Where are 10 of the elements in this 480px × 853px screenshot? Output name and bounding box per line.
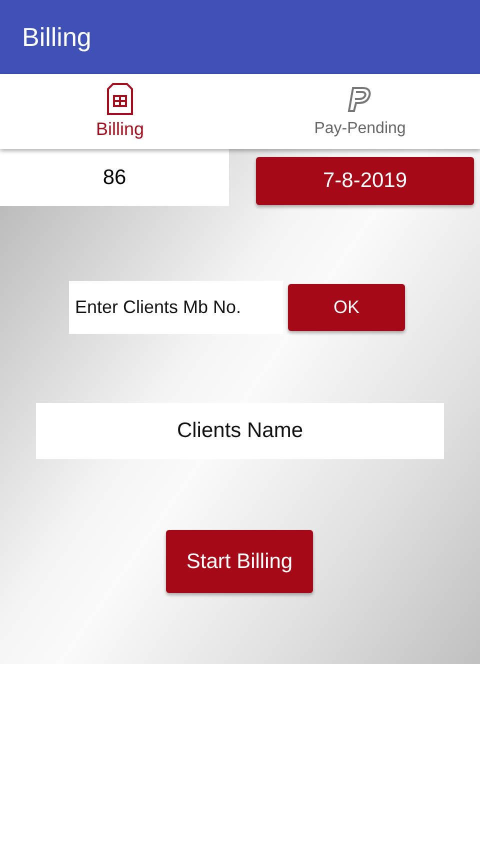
ok-button[interactable]: OK [288,284,405,331]
start-billing-button[interactable]: Start Billing [166,530,313,593]
spreadsheet-icon [107,83,133,115]
mobile-number-field[interactable]: Enter Clients Mb No. [69,281,283,334]
date-button[interactable]: 7-8-2019 [256,157,474,205]
app-title: Billing [22,22,92,52]
client-name-field: Clients Name [36,403,444,459]
tab[interactable]: Pay-Pending [240,74,480,149]
bill-number: 86 [0,149,229,206]
tab[interactable]: Billing [0,74,240,149]
